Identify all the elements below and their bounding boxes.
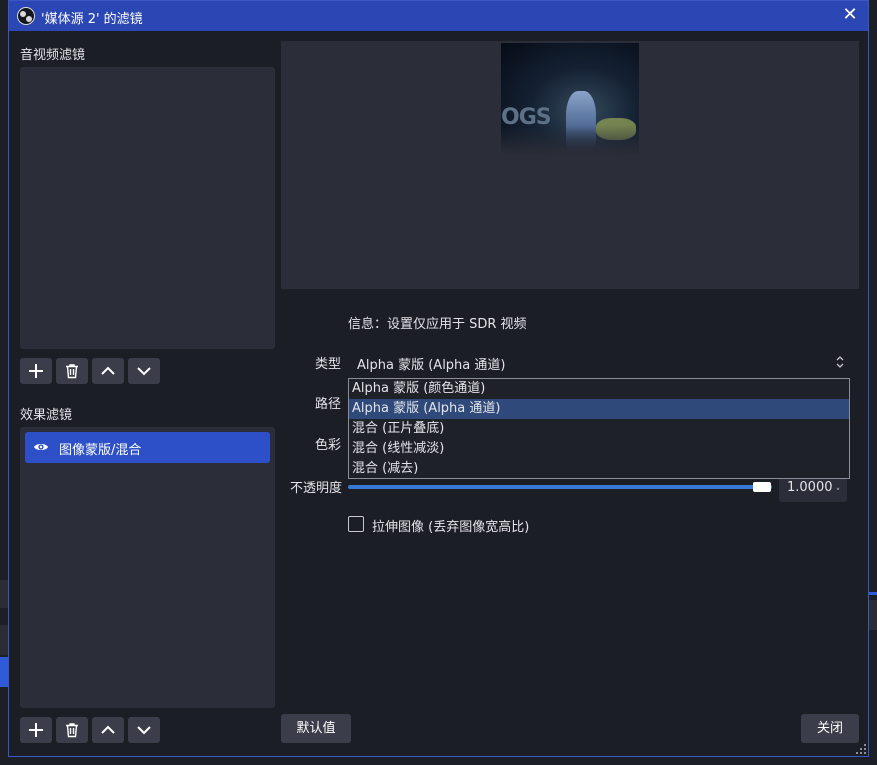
eye-icon[interactable] (33, 440, 49, 454)
sdr-info-text: 信息：设置仅应用于 SDR 视频 (348, 317, 527, 332)
opacity-slider[interactable] (348, 485, 772, 489)
resize-grip-icon[interactable] (856, 744, 866, 754)
chevron-down-icon (137, 726, 151, 735)
move-effect-filter-up-button[interactable] (92, 717, 124, 743)
dropdown-option[interactable]: Alpha 蒙版 (颜色通道) (349, 379, 849, 399)
select-arrows-icon (836, 356, 844, 368)
type-label: 类型 (315, 357, 342, 372)
audio-video-filters-list[interactable] (20, 67, 275, 349)
effect-filters-label: 效果滤镜 (20, 408, 73, 423)
trash-icon (66, 364, 78, 379)
filter-item-label: 图像蒙版/混合 (59, 443, 142, 458)
plus-icon (29, 364, 43, 378)
dropdown-option[interactable]: 混合 (减去) (349, 459, 849, 479)
filter-item-image-mask-blend[interactable]: 图像蒙版/混合 (25, 432, 270, 463)
title-bar: '媒体源 2' 的滤镜 ✕ (9, 1, 868, 31)
type-dropdown-list: Alpha 蒙版 (颜色通道) Alpha 蒙版 (Alpha 通道) 混合 (… (348, 378, 850, 479)
audio-video-filters-label: 音视频滤镜 (20, 48, 86, 63)
background-panel (869, 600, 877, 630)
defaults-button[interactable]: 默认值 (281, 714, 351, 743)
filter-preview: OGS (281, 41, 859, 289)
remove-filter-button[interactable] (56, 358, 88, 384)
opacity-value: 1.0000 (787, 480, 833, 495)
effect-filters-list[interactable]: 图像蒙版/混合 (20, 427, 275, 708)
spin-arrows-icon[interactable]: ˄ ˅ (833, 477, 843, 499)
preview-fade (501, 125, 639, 155)
audio-video-filters-toolbar (20, 358, 160, 384)
preview-image: OGS (501, 43, 639, 155)
add-effect-filter-button[interactable] (20, 717, 52, 743)
window-title: '媒体源 2' 的滤镜 (41, 12, 143, 27)
opacity-label: 不透明度 (290, 481, 343, 496)
dropdown-option[interactable]: 混合 (正片叠底) (349, 419, 849, 439)
plus-icon (29, 723, 43, 737)
close-button[interactable]: 关闭 (801, 714, 859, 743)
opacity-slider-handle[interactable] (753, 482, 771, 492)
dropdown-option[interactable]: 混合 (线性减淡) (349, 439, 849, 459)
filters-window: '媒体源 2' 的滤镜 ✕ 音视频滤镜 效果滤镜 图像蒙版/混合 OGS 信息：… (8, 0, 869, 757)
stretch-image-checkbox[interactable] (348, 516, 364, 532)
chevron-down-icon (137, 367, 151, 376)
background-selection (0, 657, 8, 687)
dropdown-option-selected[interactable]: Alpha 蒙版 (Alpha 通道) (349, 399, 849, 419)
type-select-value: Alpha 蒙版 (Alpha 通道) (357, 358, 506, 373)
chevron-up-icon (101, 725, 115, 734)
trash-icon (66, 723, 78, 738)
move-filter-down-button[interactable] (128, 358, 160, 384)
obs-logo-icon (17, 7, 35, 25)
color-label: 色彩 (315, 438, 342, 453)
effect-filters-toolbar (20, 717, 160, 743)
stretch-image-label: 拉伸图像 (丢弃图像宽高比) (372, 520, 530, 535)
add-filter-button[interactable] (20, 358, 52, 384)
type-select[interactable]: Alpha 蒙版 (Alpha 通道) (349, 348, 849, 376)
background-panel (0, 625, 8, 655)
close-icon[interactable]: ✕ (840, 5, 860, 25)
move-effect-filter-down-button[interactable] (128, 717, 160, 743)
path-label: 路径 (315, 397, 342, 412)
move-filter-up-button[interactable] (92, 358, 124, 384)
background-panel (0, 580, 8, 608)
background-selection (869, 592, 877, 595)
remove-effect-filter-button[interactable] (56, 717, 88, 743)
chevron-up-icon (101, 366, 115, 375)
